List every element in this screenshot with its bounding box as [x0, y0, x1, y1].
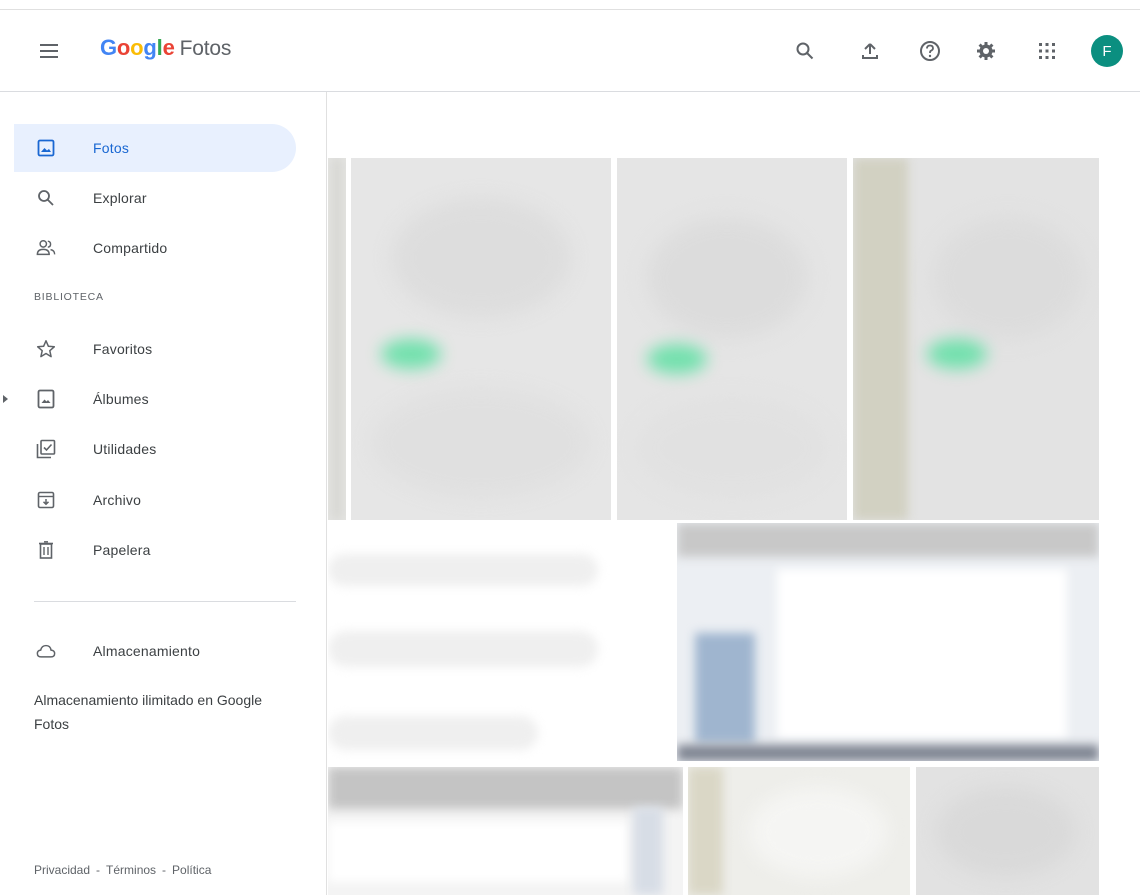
- sidebar-item-label: Favoritos: [93, 341, 153, 357]
- sidebar-item-papelera[interactable]: Papelera: [14, 526, 296, 574]
- sidebar-footer: Privacidad - Términos - Política: [34, 863, 211, 877]
- footer-separator: -: [96, 863, 101, 877]
- sidebar-item-fotos[interactable]: Fotos: [14, 124, 296, 172]
- main-menu-button[interactable]: [34, 36, 64, 66]
- expand-arrow-icon[interactable]: [0, 393, 12, 405]
- library-section-heading: BIBLIOTECA: [34, 291, 104, 303]
- sidebar: Fotos Explorar Compartido BIBLIOTECA Fav…: [0, 92, 327, 895]
- sidebar-item-albumes[interactable]: Álbumes: [3, 375, 296, 423]
- archive-icon: [36, 490, 56, 510]
- photo-thumbnail[interactable]: [916, 767, 1099, 895]
- sidebar-item-label: Fotos: [93, 140, 130, 156]
- photo-thumbnail[interactable]: [677, 523, 1099, 761]
- sidebar-divider: [34, 601, 296, 602]
- policy-link[interactable]: Política: [172, 863, 211, 877]
- sidebar-item-label: Compartido: [93, 240, 168, 256]
- settings-button[interactable]: [969, 34, 1003, 68]
- google-photos-logo[interactable]: Google Fotos: [100, 35, 231, 61]
- photo-thumbnail[interactable]: [328, 767, 683, 895]
- help-button[interactable]: [913, 34, 947, 68]
- logo-brand: Google: [100, 35, 175, 60]
- footer-separator: -: [162, 863, 167, 877]
- apps-button[interactable]: [1030, 34, 1064, 68]
- photo-thumbnail[interactable]: [351, 158, 611, 520]
- apps-grid-icon: [1039, 43, 1055, 59]
- photo-icon: [36, 138, 56, 158]
- utilities-icon: [36, 439, 56, 459]
- search-icon: [796, 42, 814, 60]
- privacy-link[interactable]: Privacidad: [34, 863, 90, 877]
- sidebar-item-archivo[interactable]: Archivo: [14, 476, 296, 524]
- account-avatar[interactable]: F: [1091, 35, 1123, 67]
- album-icon: [36, 389, 56, 409]
- hamburger-icon: [40, 44, 58, 58]
- sidebar-item-almacenamiento[interactable]: Almacenamiento: [14, 627, 296, 675]
- sidebar-item-label: Explorar: [93, 190, 147, 206]
- help-icon: [920, 41, 940, 61]
- cloud-icon: [36, 641, 56, 661]
- terms-link[interactable]: Términos: [106, 863, 156, 877]
- sidebar-item-compartido[interactable]: Compartido: [14, 224, 296, 272]
- upload-icon: [862, 43, 878, 59]
- photo-thumbnail[interactable]: [328, 158, 346, 520]
- storage-description: Almacenamiento ilimitado en Google Fotos: [34, 692, 263, 732]
- app-header: Google Fotos F: [0, 10, 1140, 92]
- photo-thumbnail[interactable]: [617, 158, 847, 520]
- sidebar-item-explorar[interactable]: Explorar: [14, 174, 296, 222]
- logo-product: Fotos: [179, 37, 232, 60]
- sidebar-item-favoritos[interactable]: Favoritos: [14, 325, 296, 373]
- sidebar-item-label: Papelera: [93, 542, 151, 558]
- photo-thumbnail[interactable]: [688, 767, 910, 895]
- search-icon: [36, 188, 56, 208]
- sidebar-item-label: Álbumes: [93, 391, 149, 407]
- sidebar-item-label: Archivo: [93, 492, 142, 508]
- people-icon: [36, 238, 56, 258]
- trash-icon: [36, 540, 56, 560]
- sidebar-item-label: Almacenamiento: [93, 643, 201, 659]
- gear-icon: [977, 42, 995, 60]
- sidebar-item-label: Utilidades: [93, 441, 157, 457]
- search-button[interactable]: [788, 34, 822, 68]
- photo-thumbnail[interactable]: [328, 526, 672, 761]
- upload-button[interactable]: [853, 34, 887, 68]
- sidebar-item-utilidades[interactable]: Utilidades: [14, 425, 296, 473]
- photo-thumbnail[interactable]: [853, 158, 1099, 520]
- star-icon: [36, 339, 56, 359]
